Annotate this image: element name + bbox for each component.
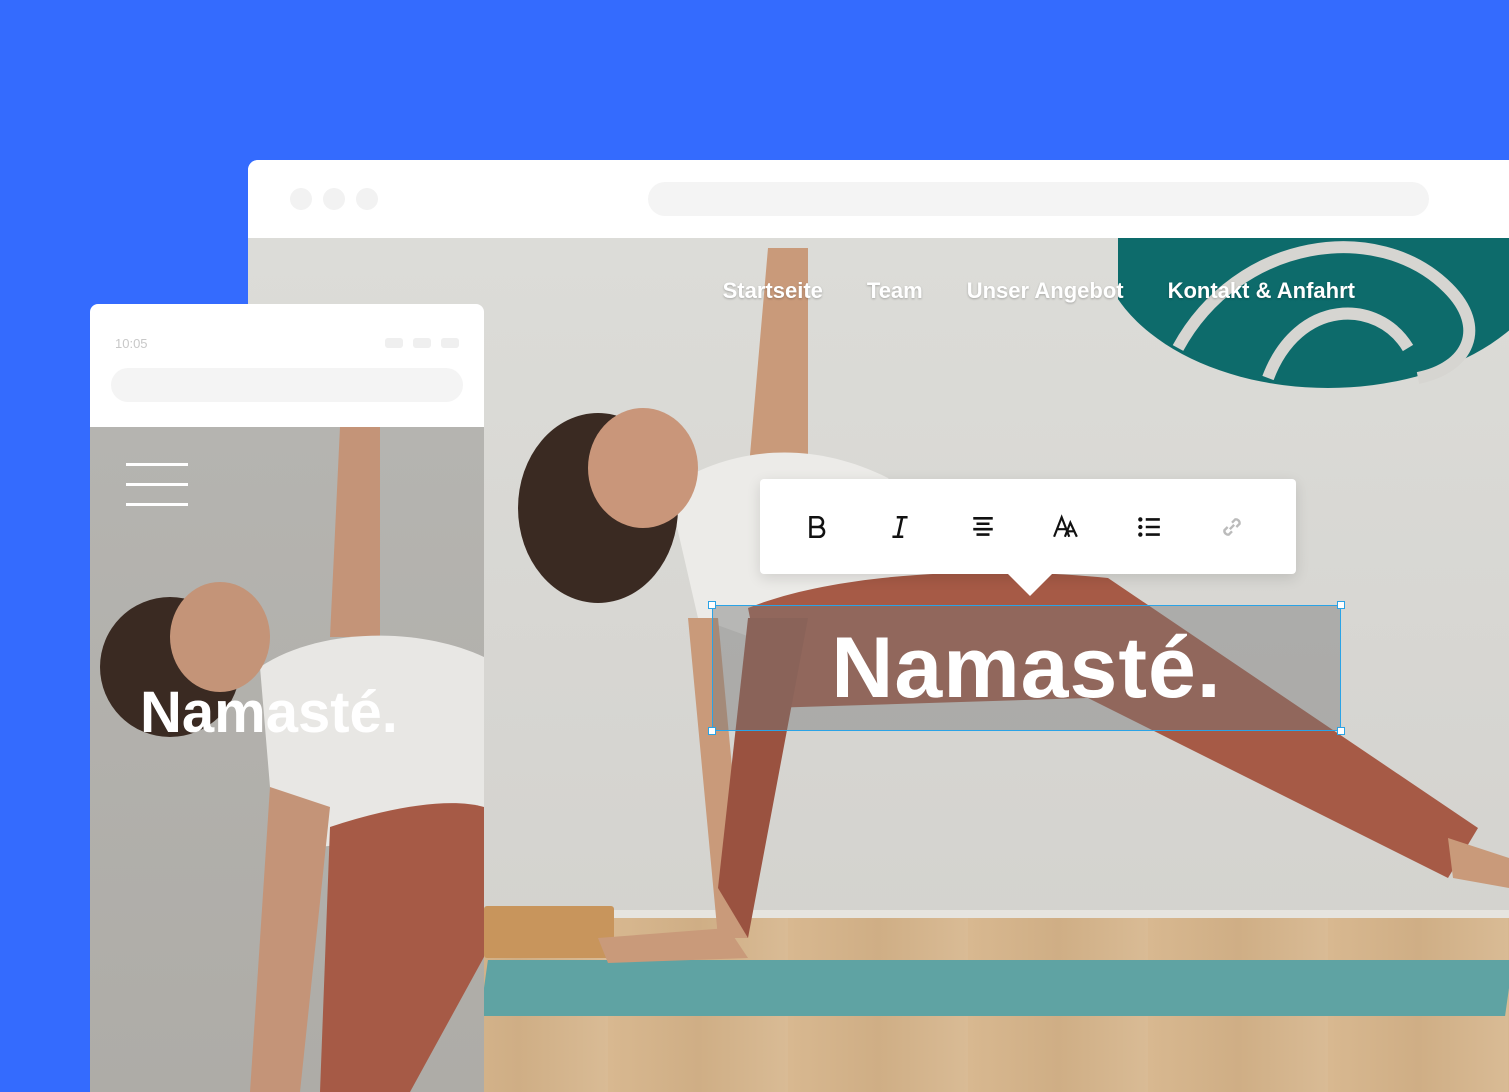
italic-icon: [891, 515, 908, 538]
mobile-yoga-person-illustration: [100, 427, 484, 1092]
nav-team[interactable]: Team: [867, 278, 923, 304]
window-minimize-dot[interactable]: [323, 188, 345, 210]
window-close-dot[interactable]: [290, 188, 312, 210]
nav-startseite[interactable]: Startseite: [723, 278, 823, 304]
signal-icon: [385, 338, 403, 348]
text-format-toolbar: [760, 479, 1296, 596]
align-center-button[interactable]: [956, 500, 1009, 553]
link-icon: [1222, 517, 1241, 536]
status-time: 10:05: [115, 336, 148, 351]
status-icons: [385, 338, 459, 348]
battery-icon: [441, 338, 459, 348]
window-maximize-dot[interactable]: [356, 188, 378, 210]
selected-headline-box[interactable]: Namasté.: [708, 601, 1345, 735]
bold-icon: [808, 515, 825, 538]
bold-button[interactable]: [790, 500, 843, 553]
mobile-preview-frame: 10:05 Namasté.: [90, 304, 484, 1092]
bulleted-list-button[interactable]: [1122, 500, 1175, 553]
font-size-icon: [1052, 513, 1078, 537]
mobile-hero-section: Namasté.: [90, 427, 484, 1092]
wifi-icon: [413, 338, 431, 348]
align-center-icon: [972, 516, 993, 536]
font-size-button[interactable]: [1039, 500, 1092, 553]
nav-kontakt-anfahrt[interactable]: Kontakt & Anfahrt: [1168, 278, 1355, 304]
browser-title-bar: [248, 160, 1509, 238]
mobile-hero-headline: Namasté.: [140, 680, 398, 745]
nav-unser-angebot[interactable]: Unser Angebot: [967, 278, 1124, 304]
hero-headline[interactable]: Namasté.: [713, 606, 1340, 730]
mobile-status-bar: 10:05: [90, 304, 484, 364]
hamburger-menu-icon[interactable]: [126, 463, 188, 506]
link-button[interactable]: [1205, 500, 1258, 553]
mobile-address-bar[interactable]: [111, 368, 463, 402]
italic-button[interactable]: [873, 500, 926, 553]
bulleted-list-icon: [1137, 516, 1160, 537]
address-bar[interactable]: [648, 182, 1429, 216]
main-navigation: Startseite Team Unser Angebot Kontakt & …: [723, 278, 1355, 304]
